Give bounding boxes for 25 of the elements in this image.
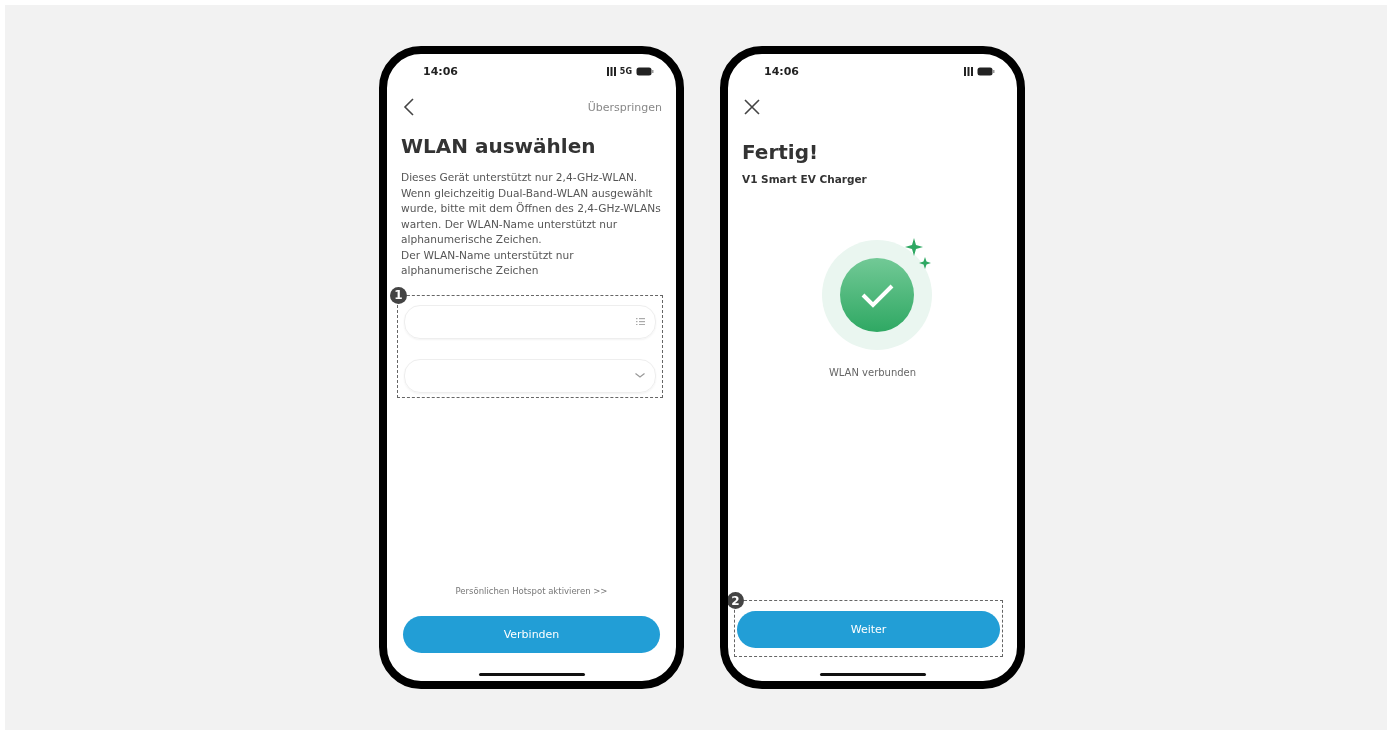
- screen-title: WLAN auswählen: [401, 134, 597, 158]
- callout-number: 2: [728, 592, 744, 609]
- battery-icon: [977, 66, 995, 76]
- clock-time: 14:06: [764, 64, 799, 78]
- description-text: Der WLAN-Name unterstützt nur alphanumerische Zeichen: [401, 247, 575, 278]
- battery-icon: [636, 66, 654, 76]
- list-icon: [636, 318, 645, 325]
- clock-time: 14:06: [423, 64, 458, 78]
- description-text: Dieses Gerät unterstützt nur 2,4-GHz-WLAN. Wenn gleichzeitig Dual-Band-WLAN ausgewählt wurde, bitte mit dem Öffnen des 2,4-GHz-WLANs warten. Der WLAN-Name unterstützt nur alphanumerische Zeichen.: [401, 170, 662, 247]
- status-message: WLAN verbunden: [828, 367, 917, 378]
- screen-title: Fertig!: [742, 140, 820, 164]
- input-field[interactable]: [404, 358, 656, 393]
- skip-link[interactable]: Überspringen: [587, 100, 662, 114]
- signal-icon: [606, 66, 616, 76]
- back-icon: [403, 98, 415, 116]
- device-name: V1 Smart EV Charger: [742, 173, 868, 185]
- callout-number: 1: [390, 286, 407, 304]
- hotspot-link[interactable]: Persönlichen Hotspot aktivieren >>: [455, 586, 608, 596]
- chevron-down-icon: [635, 373, 645, 378]
- close-icon: [744, 99, 760, 115]
- continue-button[interactable]: Weiter: [737, 611, 1000, 648]
- network-label: 5G: [619, 66, 632, 76]
- signal-icon: [964, 66, 973, 76]
- input-field[interactable]: [404, 304, 656, 339]
- connect-button[interactable]: Verbinden: [403, 616, 660, 653]
